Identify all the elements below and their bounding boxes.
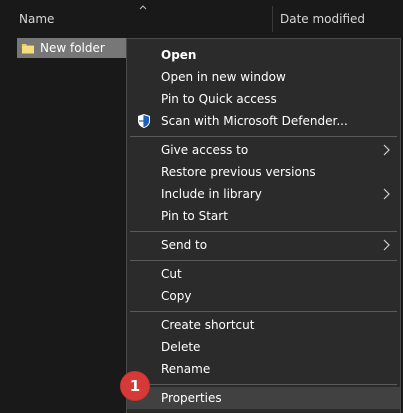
menu-item-rename[interactable]: Rename: [127, 358, 400, 380]
menu-item-send-to[interactable]: Send to: [127, 234, 400, 256]
menu-separator: [130, 260, 397, 261]
menu-item-label: Cut: [161, 267, 182, 281]
column-divider[interactable]: [272, 6, 273, 32]
menu-item-label: Copy: [161, 289, 192, 303]
column-date-modified[interactable]: Date modified: [280, 12, 365, 26]
chevron-right-icon: [383, 144, 390, 156]
menu-item-properties[interactable]: Properties: [127, 387, 400, 409]
file-name: New folder: [40, 41, 105, 55]
menu-item-open-in-new-window[interactable]: Open in new window: [127, 66, 400, 88]
chevron-right-icon: [383, 239, 390, 251]
file-item-new-folder[interactable]: New folder: [17, 38, 129, 58]
menu-item-label: Send to: [161, 238, 208, 252]
menu-separator: [130, 136, 397, 137]
shield-icon: [138, 114, 150, 128]
menu-item-label: Properties: [161, 391, 222, 405]
menu-separator: [130, 311, 397, 312]
menu-item-cut[interactable]: Cut: [127, 263, 400, 285]
sort-ascending-icon[interactable]: [139, 3, 147, 11]
menu-item-label: Give access to: [161, 143, 249, 157]
menu-item-label: Pin to Quick access: [161, 92, 277, 106]
column-header: Name Date modified: [0, 0, 403, 36]
menu-item-delete[interactable]: Delete: [127, 336, 400, 358]
menu-item-label: Open in new window: [161, 70, 286, 84]
context-menu: Open Open in new window Pin to Quick acc…: [126, 38, 401, 413]
menu-separator: [130, 231, 397, 232]
menu-item-include-in-library[interactable]: Include in library: [127, 183, 400, 205]
menu-item-label: Restore previous versions: [161, 165, 316, 179]
menu-item-label: Scan with Microsoft Defender...: [161, 114, 348, 128]
file-explorer: Name Date modified New folder Open Open …: [0, 0, 403, 413]
menu-item-restore-previous-versions[interactable]: Restore previous versions: [127, 161, 400, 183]
step-badge: 1: [121, 372, 149, 400]
menu-item-label: Pin to Start: [161, 209, 228, 223]
menu-item-label: Open: [161, 48, 197, 62]
menu-item-copy[interactable]: Copy: [127, 285, 400, 307]
menu-item-scan-defender[interactable]: Scan with Microsoft Defender...: [127, 110, 400, 132]
menu-item-label: Create shortcut: [161, 318, 255, 332]
menu-separator: [130, 384, 397, 385]
menu-item-give-access-to[interactable]: Give access to: [127, 139, 400, 161]
folder-icon: [22, 44, 34, 54]
menu-item-label: Delete: [161, 340, 201, 354]
menu-item-pin-to-start[interactable]: Pin to Start: [127, 205, 400, 227]
menu-item-pin-to-quick-access[interactable]: Pin to Quick access: [127, 88, 400, 110]
menu-item-label: Rename: [161, 362, 211, 376]
menu-item-open[interactable]: Open: [127, 44, 400, 66]
menu-item-create-shortcut[interactable]: Create shortcut: [127, 314, 400, 336]
chevron-right-icon: [383, 188, 390, 200]
column-name[interactable]: Name: [19, 12, 54, 26]
menu-item-label: Include in library: [161, 187, 262, 201]
